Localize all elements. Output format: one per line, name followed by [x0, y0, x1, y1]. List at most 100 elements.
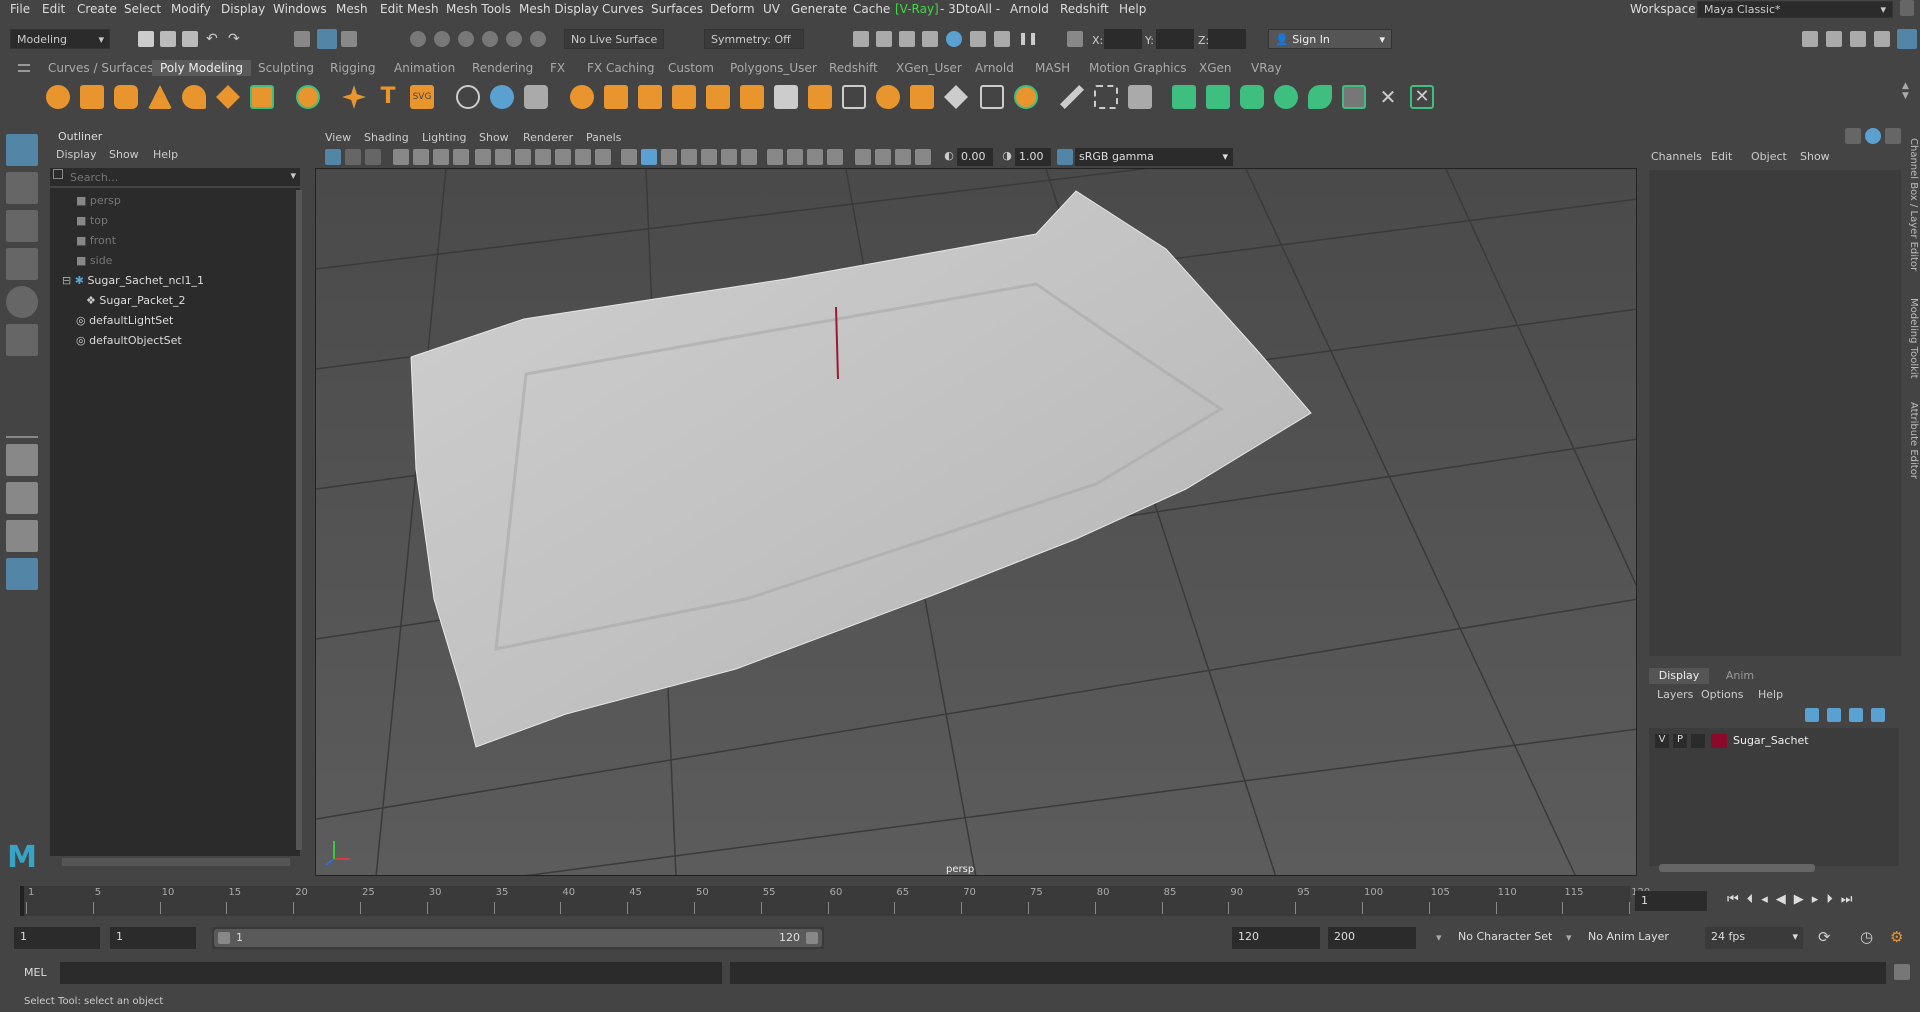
- character-set-dropdown[interactable]: No Character Set: [1452, 927, 1552, 949]
- persp-outliner-layout-icon[interactable]: [6, 520, 38, 552]
- range-end-grip[interactable]: [806, 932, 818, 944]
- play-forward-icon[interactable]: ▶: [1794, 892, 1804, 907]
- shelf-tab-fx-caching[interactable]: FX Caching: [587, 61, 654, 75]
- paint-select-tool-icon[interactable]: [6, 210, 38, 242]
- shelf-scroll-arrows-icon[interactable]: ▲ ▼: [1902, 81, 1909, 101]
- render-settings-icon[interactable]: [922, 31, 938, 47]
- step-back-key-icon[interactable]: ◂: [1761, 892, 1768, 907]
- outliner-item-side[interactable]: ■ side: [76, 254, 112, 267]
- insert-loop-icon[interactable]: [1128, 85, 1152, 109]
- cut-uv-icon[interactable]: ✕: [1376, 85, 1400, 109]
- wedge-icon[interactable]: [1014, 85, 1038, 109]
- sew-uv-icon[interactable]: ✕: [1410, 85, 1434, 109]
- light-editor-icon[interactable]: [994, 31, 1010, 47]
- cb-menu-edit[interactable]: Edit: [1711, 150, 1732, 163]
- scale-tool-icon[interactable]: [6, 324, 38, 356]
- shelf-tab-curves-surfaces[interactable]: Curves / Surfaces: [48, 61, 153, 75]
- isolate-select-icon[interactable]: [855, 149, 871, 165]
- menu-edit[interactable]: Edit: [42, 2, 65, 16]
- layer-editor-icon[interactable]: [1897, 29, 1917, 49]
- gate-mask-icon[interactable]: [535, 149, 551, 165]
- play-backward-icon[interactable]: ◀: [1776, 892, 1786, 907]
- exposure-icon[interactable]: ◐: [941, 149, 957, 165]
- vp-menu-show[interactable]: Show: [479, 131, 509, 144]
- motion-blur-icon[interactable]: [787, 149, 803, 165]
- bevel-icon[interactable]: [456, 85, 480, 109]
- grease-pencil-icon[interactable]: [453, 149, 469, 165]
- xray-components-icon[interactable]: [915, 149, 931, 165]
- multi-cut-icon[interactable]: [842, 85, 866, 109]
- append-polygon-icon[interactable]: [604, 85, 628, 109]
- modeling-toolkit-icon[interactable]: [1802, 31, 1818, 47]
- outliner-menu-display[interactable]: Display: [56, 148, 97, 161]
- exposure-field[interactable]: 0.00: [957, 148, 993, 166]
- shelf-tab-sculpting[interactable]: Sculpting: [258, 61, 314, 75]
- open-scene-icon[interactable]: [160, 31, 176, 47]
- outliner-item-default-object-set[interactable]: ◎ defaultObjectSet: [76, 334, 182, 347]
- anim-layer-dropdown[interactable]: No Anim Layer: [1582, 927, 1678, 949]
- go-to-start-icon[interactable]: ⏮: [1727, 892, 1739, 907]
- outliner-item-default-light-set[interactable]: ◎ defaultLightSet: [76, 314, 173, 327]
- use-all-lights-icon[interactable]: [721, 149, 737, 165]
- poly-sphere-icon[interactable]: [46, 85, 70, 109]
- bridge-icon[interactable]: [490, 85, 514, 109]
- combine-icon[interactable]: [524, 85, 548, 109]
- camera-attributes-icon[interactable]: [365, 149, 381, 165]
- vp-menu-shading[interactable]: Shading: [364, 131, 409, 144]
- viewport-3d[interactable]: persp: [315, 168, 1637, 876]
- platonic-solid-icon[interactable]: [296, 85, 320, 109]
- cb-menu-channels[interactable]: Channels: [1651, 150, 1702, 163]
- step-forward-key-icon[interactable]: ▸: [1812, 892, 1819, 907]
- menu-cache[interactable]: Cache: [853, 2, 890, 16]
- shelf-menu-icon[interactable]: [18, 64, 30, 72]
- menu-mesh-tools[interactable]: Mesh Tools: [446, 2, 511, 16]
- step-forward-frame-icon[interactable]: ⏵: [1826, 892, 1833, 907]
- auto-key-icon[interactable]: ◷: [1860, 928, 1873, 946]
- side-tab-attribute-editor[interactable]: Attribute Editor: [1908, 402, 1919, 479]
- menu-deform[interactable]: Deform: [710, 2, 755, 16]
- lasso-tool-icon[interactable]: [6, 172, 38, 204]
- lock-camera-icon[interactable]: [345, 149, 361, 165]
- chevron-down-icon[interactable]: ▾: [290, 169, 296, 182]
- shelf-tab-vray[interactable]: VRay: [1251, 61, 1282, 75]
- menu-select[interactable]: Select: [124, 2, 161, 16]
- redo-icon[interactable]: ↷: [228, 31, 244, 47]
- save-scene-icon[interactable]: [182, 31, 198, 47]
- slide-edge-icon[interactable]: [1094, 85, 1118, 109]
- chevron-down-icon[interactable]: ▾: [1436, 931, 1442, 944]
- outliner-item-top[interactable]: ■ top: [76, 214, 108, 227]
- cb-menu-show[interactable]: Show: [1800, 150, 1830, 163]
- menu-windows[interactable]: Windows: [273, 2, 327, 16]
- shelf-tab-rigging[interactable]: Rigging: [330, 61, 375, 75]
- layer-menu-layers[interactable]: Layers: [1657, 688, 1693, 701]
- render-setup-icon[interactable]: [970, 31, 986, 47]
- poly-cone-icon[interactable]: [148, 85, 172, 109]
- layer-playback-toggle[interactable]: P: [1673, 734, 1687, 748]
- wireframe-on-shaded-icon[interactable]: [681, 149, 697, 165]
- shelf-tab-xgen[interactable]: XGen: [1199, 61, 1232, 75]
- chevron-down-icon[interactable]: ▾: [1566, 931, 1572, 944]
- menu-redshift[interactable]: Redshift: [1060, 2, 1109, 16]
- safe-action-icon[interactable]: [575, 149, 591, 165]
- menu-arnold[interactable]: Arnold: [1010, 2, 1049, 16]
- menu-display[interactable]: Display: [221, 2, 265, 16]
- film-gate-icon[interactable]: [495, 149, 511, 165]
- layout-uv-icon[interactable]: [1342, 85, 1366, 109]
- bookmarks-icon[interactable]: [393, 149, 409, 165]
- outliner-item-sugar-sachet-ncl[interactable]: ⊟ ✱ Sugar_Sachet_ncl1_1: [62, 274, 204, 287]
- safe-title-icon[interactable]: [595, 149, 611, 165]
- shelf-tab-mash[interactable]: MASH: [1035, 61, 1070, 75]
- side-tab-channel-box[interactable]: Channel Box / Layer Editor: [1908, 138, 1919, 271]
- side-tab-modeling-toolkit[interactable]: Modeling Toolkit: [1908, 298, 1919, 379]
- select-tool-icon[interactable]: [6, 134, 38, 166]
- poly-cylinder-icon[interactable]: [114, 85, 138, 109]
- four-view-layout-icon[interactable]: [6, 482, 38, 514]
- shelf-tab-redshift[interactable]: Redshift: [829, 61, 878, 75]
- layer-visibility-toggle[interactable]: V: [1655, 734, 1669, 748]
- auto-uv-icon[interactable]: [1308, 85, 1332, 109]
- snap-surface-icon[interactable]: [506, 31, 522, 47]
- lock-icon[interactable]: [1900, 0, 1914, 16]
- poly-disc-icon[interactable]: [250, 85, 274, 109]
- range-slider[interactable]: 1 120: [212, 927, 824, 949]
- refresh-icon[interactable]: [1865, 128, 1881, 144]
